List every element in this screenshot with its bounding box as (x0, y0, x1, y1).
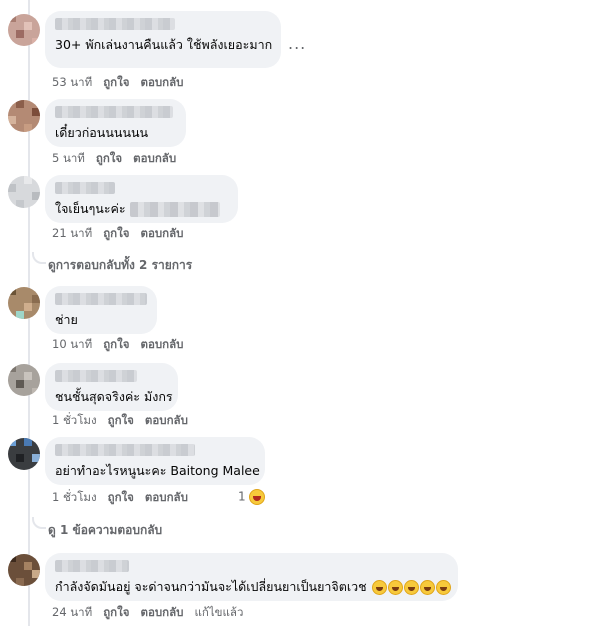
comment-text: 30+ พักเล่นงานคืนแล้ว ใช้พลังเยอะมาก (55, 37, 273, 52)
like-button[interactable]: ถูกใจ (96, 151, 122, 165)
reply-button[interactable]: ตอบกลับ (133, 151, 176, 165)
like-button[interactable]: ถูกใจ (103, 337, 129, 351)
emoji-icon (387, 580, 403, 595)
comment-bubble: ใจเย็นๆนะค่ะ (45, 175, 238, 223)
comment-meta: 1 ชั่วโมง ถูกใจ ตอบกลับ (52, 490, 199, 504)
reply-button[interactable]: ตอบกลับ (145, 413, 188, 427)
comment-bubble: เดี๋ยวก่อนนนนนน (45, 99, 186, 147)
timestamp[interactable]: 1 ชั่วโมง (52, 490, 97, 504)
timestamp[interactable]: 1 ชั่วโมง (52, 413, 97, 427)
like-button[interactable]: ถูกใจ (103, 75, 129, 89)
author-name-redacted[interactable] (55, 182, 115, 194)
comment-bubble: 30+ พักเล่นงานคืนแล้ว ใช้พลังเยอะมาก (45, 11, 281, 68)
author-name-redacted[interactable] (55, 560, 129, 572)
laugh-reaction-icon (249, 489, 266, 505)
avatar[interactable] (8, 176, 40, 208)
author-name-redacted[interactable] (55, 370, 137, 382)
reply-button[interactable]: ตอบกลับ (145, 490, 188, 504)
comment-meta: 21 นาที ถูกใจ ตอบกลับ (52, 226, 194, 240)
comment-text: กำลังจัดมันอยู่ จะด่าจนกว่ามันจะได้เปลี่… (55, 579, 367, 594)
more-options-icon[interactable]: ... (288, 34, 306, 53)
reply-button[interactable]: ตอบกลับ (140, 337, 183, 351)
comment-meta: 10 นาที ถูกใจ ตอบกลับ (52, 337, 194, 351)
avatar[interactable] (8, 100, 40, 132)
timestamp[interactable]: 10 นาที (52, 337, 92, 351)
comment-text: ชนชั้นสุดจริงค่ะ มังกร (55, 389, 173, 404)
comment-bubble: ช่าย (45, 286, 157, 334)
reply-button[interactable]: ตอบกลับ (140, 75, 183, 89)
author-name-redacted[interactable] (55, 18, 175, 30)
edited-label: แก้ไขแล้ว (194, 605, 244, 619)
avatar[interactable] (8, 14, 40, 46)
reaction-count: 1 (238, 489, 246, 504)
comment-meta: 53 นาที ถูกใจ ตอบกลับ (52, 75, 194, 89)
reply-button[interactable]: ตอบกลับ (140, 226, 183, 240)
like-button[interactable]: ถูกใจ (103, 226, 129, 240)
author-name-redacted[interactable] (55, 293, 147, 305)
comment-meta: 24 นาที ถูกใจ ตอบกลับ แก้ไขแล้ว (52, 605, 254, 619)
emoji-icon (419, 580, 435, 595)
comment-text: อย่าทำอะไรหนูนะคะ Baitong Malee (55, 463, 260, 478)
like-button[interactable]: ถูกใจ (108, 413, 134, 427)
mentioned-user-redacted[interactable] (129, 202, 220, 217)
reply-connector (32, 252, 46, 264)
comment-meta: 5 นาที ถูกใจ ตอบกลับ (52, 151, 187, 165)
reply-button[interactable]: ตอบกลับ (140, 605, 183, 619)
comment-text-row: กำลังจัดมันอยู่ จะด่าจนกว่ามันจะได้เปลี่… (55, 578, 451, 595)
like-button[interactable]: ถูกใจ (108, 490, 134, 504)
timestamp[interactable]: 21 นาที (52, 226, 92, 240)
avatar[interactable] (8, 287, 40, 319)
comment-meta: 1 ชั่วโมง ถูกใจ ตอบกลับ (52, 413, 199, 427)
comment-text: ใจเย็นๆนะค่ะ (55, 201, 126, 216)
emoji-icon (371, 580, 387, 595)
author-name-redacted[interactable] (55, 444, 195, 456)
comment-bubble: อย่าทำอะไรหนูนะคะ Baitong Malee (45, 437, 265, 485)
emoji-icon (403, 580, 419, 595)
like-button[interactable]: ถูกใจ (103, 605, 129, 619)
emoji-icon (435, 580, 451, 595)
comment-text-row: ใจเย็นๆนะค่ะ (55, 200, 228, 217)
avatar[interactable] (8, 554, 40, 586)
timestamp[interactable]: 53 นาที (52, 75, 92, 89)
reaction-summary[interactable]: 1 (238, 489, 266, 505)
avatar[interactable] (8, 438, 40, 470)
comment-text: ช่าย (55, 312, 78, 327)
reply-connector (32, 517, 46, 529)
author-name-redacted[interactable] (55, 106, 173, 118)
view-replies-link[interactable]: ดู 1 ข้อความตอบกลับ (48, 521, 162, 540)
view-replies-link[interactable]: ดูการตอบกลับทั้ง 2 รายการ (48, 256, 192, 275)
comment-bubble: ชนชั้นสุดจริงค่ะ มังกร (45, 363, 178, 411)
comment-bubble: กำลังจัดมันอยู่ จะด่าจนกว่ามันจะได้เปลี่… (45, 553, 458, 601)
timestamp[interactable]: 5 นาที (52, 151, 85, 165)
timestamp[interactable]: 24 นาที (52, 605, 92, 619)
avatar[interactable] (8, 364, 40, 396)
comment-text: เดี๋ยวก่อนนนนนน (55, 125, 149, 140)
